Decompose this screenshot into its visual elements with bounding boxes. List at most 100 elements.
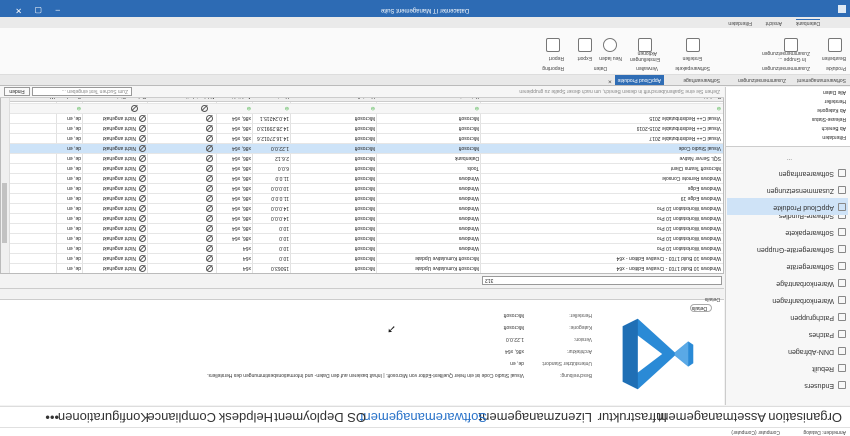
prop-value-version: 1.22.0.0	[505, 336, 524, 342]
menu-os-deployment[interactable]: OS Deployment	[274, 410, 366, 425]
table-row[interactable]: Windows Edge Windows Microsoft 10.0.0.0 x86,…	[9, 183, 723, 193]
sidebar-item-softwaregeraete[interactable]: Softwaregeräte	[727, 257, 848, 274]
no-dependency-icon	[206, 245, 213, 252]
sidebar-item-appcloud-produkte[interactable]: AppCloud Produkte	[727, 198, 848, 215]
table-row[interactable]: Visual C++ Redistributable 2017 Microsoft…	[9, 133, 723, 143]
actions-label[interactable]: Aktionen	[638, 50, 657, 56]
filter-icon[interactable]: ⊖	[247, 105, 251, 111]
table-row[interactable]: Windows 10 Build 1703 - Creative Edition…	[9, 263, 723, 273]
tab-close-icon[interactable]: ✕	[608, 78, 612, 84]
subtab-filterdaten[interactable]: Filterdaten	[728, 20, 752, 26]
create-label[interactable]: Erstellen	[683, 55, 702, 61]
close-icon[interactable]: ✕	[15, 6, 22, 15]
table-row[interactable]: Windows Edge 19 Windows Microsoft 11.0.0.0 x…	[9, 193, 723, 203]
status-blocked-icon	[139, 255, 146, 262]
in-group-label[interactable]: In Gruppe ...	[778, 56, 806, 62]
menu-softwaremanagement[interactable]: Softwaremanagement	[360, 410, 487, 425]
sidebar-item-patches[interactable]: Patches	[727, 325, 848, 342]
table-row[interactable]: Windows 10 Build 1703 - Creative Edition…	[9, 253, 723, 263]
menu-konfigurationen[interactable]: Konfigurationen	[58, 410, 149, 425]
request-icon	[838, 169, 846, 177]
edit-button-label[interactable]: Bearbeiten	[822, 55, 846, 61]
table-row[interactable]: Visual C++ Redistributable 2015 Microsoft…	[9, 113, 723, 123]
reload-icon[interactable]	[603, 38, 617, 52]
no-dependency-icon	[206, 215, 213, 222]
sidebar-item-warenkorbanfragen[interactable]: Warenkorbanfragen	[727, 291, 848, 308]
filter-icon[interactable]: ⊖	[371, 105, 375, 111]
table-row[interactable]: Windows Workstation 10 Pro Windows Microso…	[9, 233, 723, 243]
subtab-ansicht[interactable]: Ansicht	[766, 20, 782, 26]
tab-softwareanfrage[interactable]: Softwareanfrage	[683, 77, 720, 83]
menu-organisation[interactable]: Organisation	[768, 410, 842, 425]
table-row[interactable]: Windows Workstation 10 Pro Windows Microso…	[9, 223, 723, 233]
filter-blocked-icon[interactable]	[131, 105, 138, 112]
tab-zusammensetzungen[interactable]: Zusammensetzungen	[738, 77, 786, 83]
package-create-icon[interactable]	[686, 38, 700, 52]
scrollbar-thumb[interactable]	[2, 183, 7, 243]
maximize-icon[interactable]: ▢	[34, 6, 42, 15]
tree-item-release-status[interactable]: Release-Status	[812, 116, 846, 122]
status-blocked-icon	[139, 205, 146, 212]
grid-scrollbar[interactable]	[1, 72, 10, 273]
filter-icon[interactable]: ⊖	[475, 105, 479, 111]
no-dependency-icon	[206, 225, 213, 232]
more-menu-icon[interactable]: •••	[45, 410, 59, 425]
edit-icon[interactable]	[828, 38, 842, 52]
sidebar-item-softwaregeraete-gruppen[interactable]: Softwaregeräte-Gruppen	[727, 240, 848, 257]
table-row[interactable]: Windows Workstation 10 Pro Windows Microso…	[9, 203, 723, 213]
ribbon-tabs: Datenbank Ansicht Filterdaten	[0, 17, 850, 28]
prop-key-description: Beschreibung:	[560, 372, 592, 378]
sidebar-item-warenkorbantraege[interactable]: Warenkorbanträge	[727, 274, 848, 291]
sidebar-more-handle[interactable]: ...	[787, 157, 792, 163]
filter-blocked-icon[interactable]	[201, 105, 208, 112]
filter-icon[interactable]: ⊖	[717, 105, 721, 111]
table-row[interactable]: Windows Workstation 10 Pro Windows Microso…	[9, 213, 723, 223]
export-icon[interactable]	[578, 38, 592, 52]
sidebar-item-dnn[interactable]: DNN-Abfragen	[727, 342, 848, 359]
table-row[interactable]: Windows Workstation 10 Pro Windows Microso…	[9, 243, 723, 253]
tab-appcloud-produkte[interactable]: AppCloud Produkte	[614, 75, 664, 85]
tree-item-bereich[interactable]: Ab Bereich	[822, 125, 846, 131]
menu-compliance[interactable]: Compliance	[147, 410, 216, 425]
find-input[interactable]: Zum Suchen Text eingeben ...	[32, 87, 132, 96]
table-row[interactable]: SQL Server Native Datenbank Microsoft 2.6.1…	[9, 153, 723, 163]
export-label[interactable]: Export	[578, 55, 592, 61]
menu-assetmanagement[interactable]: Assetmanagement	[658, 410, 766, 425]
find-button[interactable]: Finden	[4, 87, 30, 96]
menu-lizenzmanagement[interactable]: Lizenzmanagement	[479, 410, 592, 425]
table-row[interactable]: Windows Remote Console Windows Microsoft 11…	[9, 173, 723, 183]
title-bar: Datacenter IT Management Suite – ▢ ✕	[0, 0, 850, 17]
tab-softwaremanagement[interactable]: Softwaremanagement	[797, 77, 846, 83]
menu-helpdesk[interactable]: Helpdesk	[219, 410, 273, 425]
table-row[interactable]: Visual C++ Redistributable 2015-2019 Micr…	[9, 123, 723, 133]
filter-row[interactable]: ⊖ ⊖ ⊖ ⊖ ⊖ ⊖	[9, 103, 723, 113]
table-row[interactable]: Microsoft Teams Client Tools Microsoft 6.0.…	[9, 163, 723, 173]
menu-infrastruktur[interactable]: Infrastruktur	[598, 410, 667, 425]
details-button[interactable]: Details	[690, 304, 712, 312]
sidebar-item-zusammensetzungen[interactable]: Zusammensetzungen	[727, 181, 848, 198]
prop-key-hersteller: Hersteller:	[569, 312, 592, 318]
composition-icon	[838, 186, 846, 194]
report-icon[interactable]	[546, 38, 560, 52]
report-label[interactable]: Report	[549, 55, 564, 61]
sidebar-item-softwareanfragen[interactable]: Softwareanfragen	[727, 164, 848, 181]
tree-item-hersteller[interactable]: Hersteller	[825, 98, 846, 104]
sidebar-item-endusers[interactable]: Endusers	[727, 376, 848, 393]
compositions-label[interactable]: Zusammensetzungen	[762, 50, 810, 56]
sidebar-item-softwarepakete[interactable]: Softwarepakete	[727, 223, 848, 240]
settings-label[interactable]: Einstellungen	[630, 56, 660, 62]
tree-item-filterdaten[interactable]: Filterdaten	[822, 134, 846, 140]
reload-label[interactable]: Neu laden	[599, 55, 622, 61]
sidebar-item-rebuilt[interactable]: Rebuilt	[727, 359, 848, 376]
no-dependency-icon	[206, 205, 213, 212]
minimize-icon[interactable]: –	[56, 6, 60, 15]
tree-item-alle-daten[interactable]: Alle Daten	[823, 89, 846, 95]
sidebar-item-patchgruppen[interactable]: Patchgruppen	[727, 308, 848, 325]
filter-icon[interactable]: ⊖	[285, 105, 289, 111]
table-row-selected[interactable]: Visual Studio Code Microsoft Microsoft 1.22…	[9, 143, 723, 153]
subtab-datenbank[interactable]: Datenbank	[795, 19, 820, 26]
prop-value-hersteller: Microsoft	[503, 312, 524, 318]
tree-item-kategorie[interactable]: Ab Kategorie	[817, 107, 846, 113]
filter-icon[interactable]: ⊖	[77, 105, 81, 111]
grid-search-input[interactable]: 312	[482, 276, 722, 285]
